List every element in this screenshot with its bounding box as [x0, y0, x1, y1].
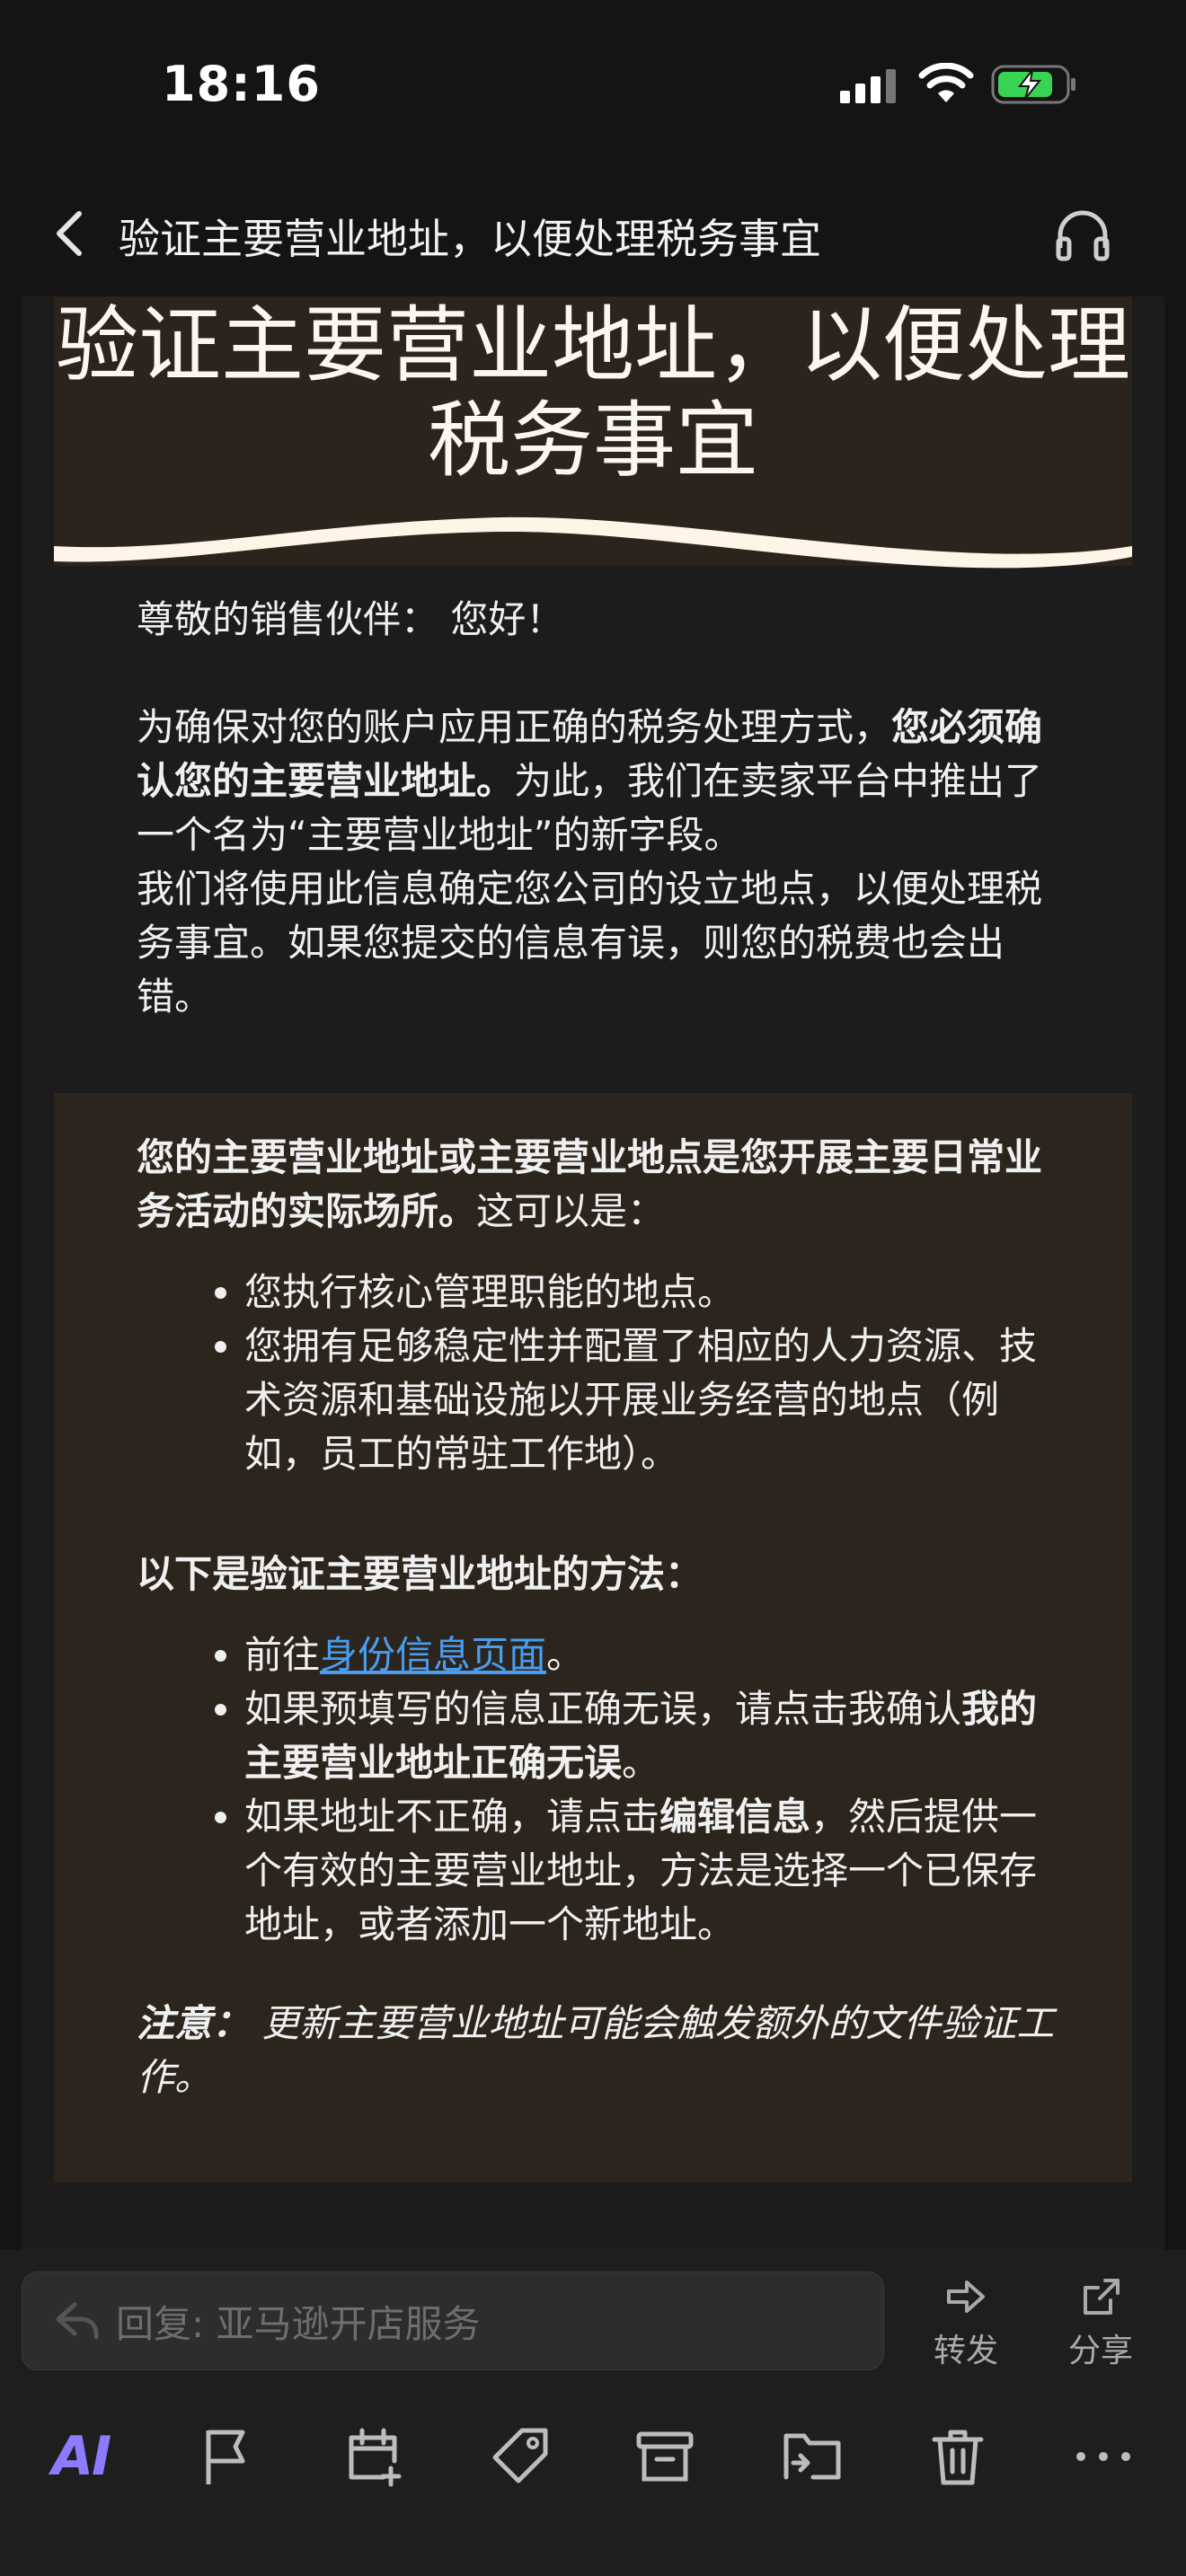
- reply-placeholder: 回复: 亚马逊开店服务: [116, 2302, 481, 2346]
- tag-icon: [492, 2428, 548, 2483]
- greeting-text: 尊敬的销售伙伴： 您好！: [137, 597, 564, 641]
- step-text: 如果地址不正确，请点击: [244, 1795, 660, 1839]
- archive-button[interactable]: [629, 2421, 701, 2492]
- intro-text: 为确保对您的账户应用正确的税务处理方式，: [137, 705, 892, 749]
- list-item: 如果地址不正确，请点击编辑信息，然后提供一个有效的主要营业地址，方法是选择一个已…: [244, 1790, 1071, 1952]
- nav-bar: 验证主要营业地址，以便处理税务事宜: [0, 171, 1186, 296]
- list-item: 如果预填写的信息正确无误，请点击我确认我的主要营业地址正确无误。: [244, 1682, 1071, 1790]
- ai-button[interactable]: AI: [45, 2421, 117, 2492]
- trash-icon: [932, 2430, 984, 2485]
- calendar-add-icon: [349, 2428, 402, 2487]
- identity-info-page-link[interactable]: 身份信息页面: [320, 1633, 546, 1677]
- info-box: 您的主要营业地址或主要营业地点是您开展主要日常业务活动的实际场所。这可以是： 您…: [54, 1093, 1132, 2183]
- step-bold: 编辑信息: [659, 1795, 811, 1839]
- email-intro: 尊敬的销售伙伴： 您好！ 为确保对您的账户应用正确的税务处理方式，您必须确认您的…: [137, 593, 1071, 1024]
- move-to-folder-button[interactable]: [776, 2421, 848, 2492]
- note-text: 更新主要营业地址可能会触发额外的文件验证工作。: [137, 2001, 1055, 2099]
- definition-list: 您执行核心管理职能的地点。 您拥有足够稳定性并配置了相应的人力资源、技术资源和基…: [137, 1266, 1071, 1481]
- share-external-icon: [1084, 2279, 1120, 2315]
- nav-title: 验证主要营业地址，以便处理税务事宜: [119, 215, 821, 263]
- definition-paragraph: 您的主要营业地址或主要营业地点是您开展主要日常业务活动的实际场所。这可以是：: [137, 1131, 1071, 1239]
- intro-paragraph-2: 我们将使用此信息确定您公司的设立地点，以便处理税务事宜。如果您提交的信息有误，则…: [137, 867, 1043, 1019]
- reply-input[interactable]: 回复: 亚马逊开店服务: [22, 2272, 884, 2370]
- method-heading: 以下是验证主要营业地址的方法：: [137, 1548, 1071, 1601]
- share-label: 分享: [1067, 2333, 1133, 2369]
- note-label: 注意：: [137, 2001, 251, 2045]
- cellular-signal-icon: [840, 69, 896, 103]
- step-text: 前往: [244, 1633, 321, 1677]
- flag-icon: [206, 2430, 245, 2484]
- steps-list: 前往身份信息页面。 如果预填写的信息正确无误，请点击我确认我的主要营业地址正确无…: [137, 1628, 1071, 1952]
- definition-text: 这可以是：: [476, 1189, 666, 1233]
- archive-icon: [636, 2431, 694, 2482]
- hero-wave-divider: [54, 512, 1132, 569]
- note-paragraph: 注意： 更新主要营业地址可能会触发额外的文件验证工作。: [137, 1997, 1071, 2104]
- list-item: 您执行核心管理职能的地点。: [244, 1266, 1071, 1319]
- headphones-icon[interactable]: [1051, 203, 1114, 266]
- status-bar: 18:16: [0, 0, 1186, 171]
- more-button[interactable]: [1067, 2421, 1139, 2492]
- intro-paragraph: 为确保对您的账户应用正确的税务处理方式，您必须确认您的主要营业地址。为此，我们在…: [137, 701, 1071, 862]
- step-text: 。: [622, 1741, 660, 1785]
- wifi-icon: [918, 63, 974, 102]
- forward-button[interactable]: 转发: [925, 2277, 1006, 2371]
- battery-charging-icon: [991, 65, 1075, 104]
- delete-button[interactable]: [922, 2421, 994, 2492]
- tag-button[interactable]: [485, 2421, 557, 2492]
- list-item: 前往身份信息页面。: [244, 1628, 1071, 1682]
- more-dots-icon: [1076, 2452, 1130, 2461]
- reply-arrow-icon: [56, 2302, 99, 2340]
- folder-move-icon: [783, 2433, 841, 2480]
- method-heading-text: 以下是验证主要营业地址的方法：: [137, 1552, 704, 1596]
- list-item: 您拥有足够稳定性并配置了相应的人力资源、技术资源和基础设施以开展业务经营的地点（…: [244, 1319, 1071, 1481]
- step-text: 如果预填写的信息正确无误，请点击我确认: [244, 1687, 962, 1731]
- email-hero-title: 验证主要营业地址，以便处理税务事宜: [55, 297, 1130, 489]
- status-time: 18:16: [162, 56, 321, 112]
- add-to-calendar-button[interactable]: [340, 2421, 412, 2492]
- forward-label: 转发: [933, 2333, 998, 2369]
- share-button[interactable]: 分享: [1060, 2277, 1141, 2371]
- forward-arrow-icon: [947, 2280, 985, 2313]
- back-chevron-icon[interactable]: [43, 205, 97, 262]
- step-text: 。: [546, 1633, 585, 1677]
- email-body: 验证主要营业地址，以便处理税务事宜 尊敬的销售伙伴： 您好！ 为确保对您的账户应…: [22, 296, 1164, 2250]
- flag-button[interactable]: [190, 2421, 262, 2492]
- bottom-toolbar: AI: [0, 2403, 1186, 2510]
- bottom-panel: 回复: 亚马逊开店服务 转发 分享 AI: [0, 2250, 1186, 2576]
- ai-label: AI: [51, 2425, 112, 2488]
